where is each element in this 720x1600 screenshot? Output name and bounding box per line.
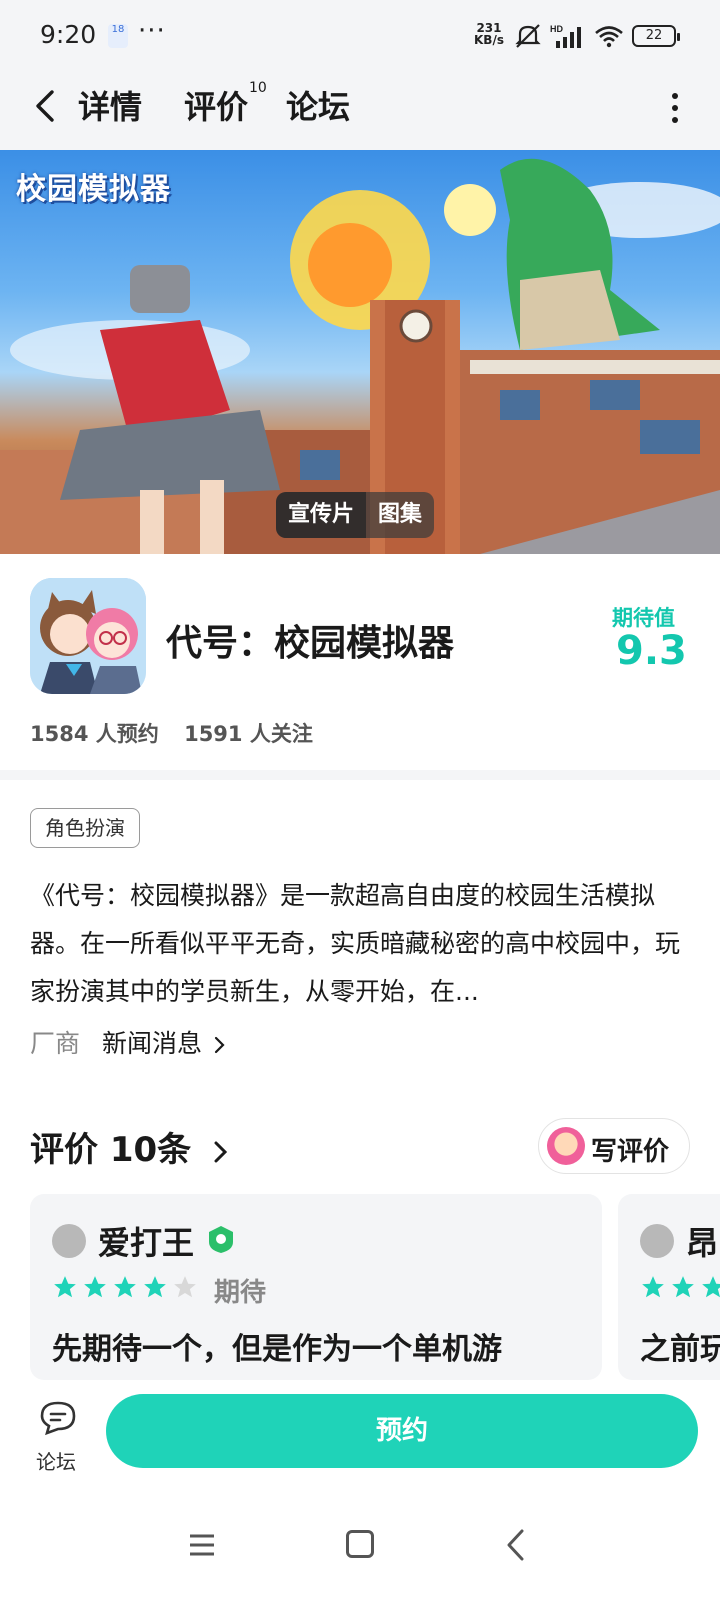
wifi-icon: [595, 26, 623, 48]
tab-forum[interactable]: 论坛: [286, 82, 350, 128]
review-card[interactable]: 昂 之前玩: [618, 1194, 720, 1380]
reviews-heading[interactable]: 评价 10条: [30, 1122, 233, 1171]
chevron-right-icon: [214, 1141, 228, 1162]
network-speed: 231 KB/s: [474, 22, 504, 46]
avatar: [640, 1224, 674, 1258]
game-icon: [30, 578, 146, 694]
more-notifications-icon: ···: [138, 16, 166, 46]
gallery-button[interactable]: 图集: [366, 492, 434, 538]
more-options-icon[interactable]: [668, 90, 682, 126]
back-button[interactable]: [26, 86, 66, 126]
game-icon-art: [30, 578, 146, 694]
tab-forum-label: 论坛: [286, 88, 351, 126]
signal-icon: HD: [550, 24, 581, 48]
system-navigation: [0, 1490, 720, 1600]
status-bar: 9:20 18 ··· 231 KB/s HD 22: [0, 0, 720, 72]
reservation-count: 1584 人预约: [30, 722, 159, 746]
mute-icon: [515, 24, 541, 48]
forum-label[interactable]: 论坛: [36, 1446, 76, 1475]
reviewer-name: 昂: [686, 1224, 719, 1262]
follower-count: 1591 人关注: [184, 722, 313, 746]
vendor-link[interactable]: 新闻消息: [102, 1024, 228, 1060]
top-nav: 详情 评价10 论坛: [0, 72, 720, 150]
verified-badge-icon: [209, 1226, 233, 1253]
tab-review-label: 评价: [184, 88, 249, 126]
reviewer-mascot-icon: [547, 1127, 585, 1165]
expectation-score: 9.3: [616, 628, 687, 674]
battery-icon: 22: [632, 25, 680, 47]
review-text: 之前玩: [640, 1332, 720, 1367]
vendor-label: 厂商: [30, 1029, 81, 1058]
star-icon: [672, 1276, 694, 1298]
star-empty-icon: [174, 1276, 196, 1298]
rating-word: 期待: [214, 1278, 267, 1308]
star-icon: [114, 1276, 136, 1298]
star-icon: [702, 1276, 720, 1298]
vendor-link-label: 新闻消息: [102, 1029, 203, 1058]
bottom-action-bar: 论坛 预约: [0, 1380, 720, 1490]
game-description[interactable]: 《代号：校园模拟器》是一款超高自由度的校园生活模拟器。在一所看似平平无奇，实质暗…: [30, 872, 694, 1016]
reserve-button[interactable]: 预约: [106, 1394, 698, 1468]
star-icon: [54, 1276, 76, 1298]
recent-apps-icon[interactable]: [188, 1532, 216, 1558]
star-icon: [642, 1276, 664, 1298]
genre-tag[interactable]: 角色扮演: [30, 808, 140, 848]
banner-media-switch: 宣传片 图集: [276, 492, 435, 538]
network-speed-unit: KB/s: [474, 33, 504, 47]
svg-text:HD: HD: [550, 24, 563, 34]
write-review-button[interactable]: 写评价: [538, 1118, 690, 1174]
tab-review[interactable]: 评价10: [184, 80, 267, 128]
review-text: 先期待一个，但是作为一个单机游: [52, 1332, 502, 1367]
tab-detail[interactable]: 详情: [76, 82, 145, 128]
game-title: 代号：校园模拟器: [166, 623, 455, 664]
status-time: 9:20: [40, 20, 97, 49]
tab-review-count: 10: [249, 80, 267, 97]
tab-detail-label: 详情: [78, 88, 143, 126]
banner-logo: 校园模拟器: [16, 172, 171, 207]
star-icon: [144, 1276, 166, 1298]
trailer-button[interactable]: 宣传片: [276, 492, 367, 538]
rating-stars: [52, 1274, 198, 1300]
status-icons: HD 22: [514, 20, 680, 52]
reviews-heading-label: 评价 10条: [30, 1130, 192, 1170]
game-stats: 1584 人预约 1591 人关注: [30, 718, 331, 748]
system-back-icon[interactable]: [504, 1528, 528, 1562]
star-icon: [84, 1276, 106, 1298]
section-divider: [0, 770, 720, 780]
notification-badge: 18: [108, 24, 128, 48]
write-review-label: 写评价: [591, 1137, 670, 1167]
forum-icon[interactable]: [38, 1400, 78, 1436]
home-icon[interactable]: [346, 1530, 374, 1558]
avatar: [52, 1224, 86, 1258]
chevron-right-icon: [214, 1036, 225, 1054]
rating-stars: [640, 1274, 720, 1300]
review-card[interactable]: 爱打王 期待 先期待一个，但是作为一个单机游: [30, 1194, 602, 1380]
promo-banner[interactable]: 校园模拟器 宣传片 图集: [0, 150, 720, 554]
reviewer-name: 爱打王: [98, 1224, 195, 1262]
